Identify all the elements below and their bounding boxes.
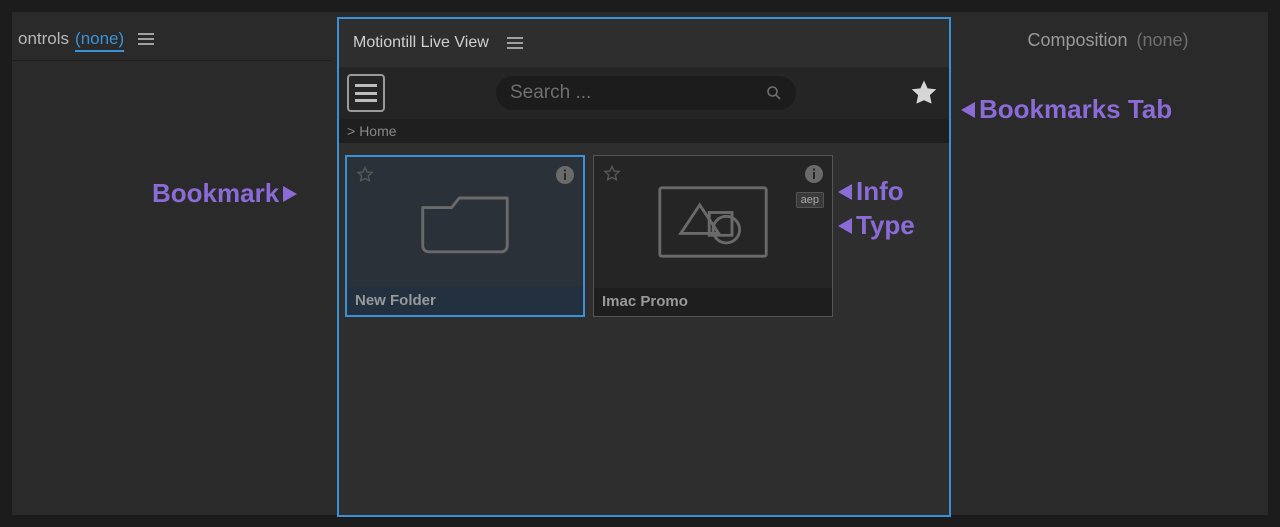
search-icon — [766, 85, 782, 101]
item-card-folder[interactable]: New Folder — [345, 155, 585, 317]
annotation-bookmarks-tab: Bookmarks Tab — [957, 94, 1172, 125]
search-input[interactable] — [510, 82, 766, 104]
right-panel-header: Composition (none) — [948, 30, 1268, 51]
left-panel-header: ontrols (none) — [12, 17, 332, 61]
hamburger-icon — [355, 84, 377, 102]
panel-menu-icon[interactable] — [507, 37, 523, 49]
item-name: Imac Promo — [594, 288, 832, 316]
panel-toolbar — [339, 67, 949, 119]
breadcrumb-home: Home — [359, 123, 396, 139]
controls-label: ontrols — [18, 29, 69, 49]
bookmarks-tab-button[interactable] — [907, 76, 941, 110]
item-name: New Folder — [347, 287, 583, 315]
menu-icon[interactable] — [138, 33, 154, 45]
composition-none: (none) — [1137, 30, 1189, 50]
folder-preview — [347, 157, 583, 287]
items-grid: New Folder aep — [339, 143, 949, 515]
item-card-project[interactable]: aep Imac Promo — [593, 155, 833, 317]
star-icon — [909, 78, 939, 108]
breadcrumb-arrow: > — [347, 123, 355, 139]
panel-titlebar: Motiontill Live View — [339, 19, 949, 67]
search-field[interactable] — [496, 76, 796, 110]
annotation-bookmark: Bookmark — [152, 178, 301, 209]
main-menu-button[interactable] — [347, 74, 385, 112]
controls-none-link[interactable]: (none) — [75, 29, 124, 49]
panel-title: Motiontill Live View — [353, 34, 489, 52]
project-preview — [594, 156, 832, 288]
composition-label: Composition — [1027, 30, 1127, 50]
live-view-panel: Motiontill Live View — [337, 17, 951, 517]
folder-icon — [417, 188, 513, 256]
project-icon — [656, 184, 770, 260]
breadcrumb[interactable]: > Home — [339, 119, 949, 143]
